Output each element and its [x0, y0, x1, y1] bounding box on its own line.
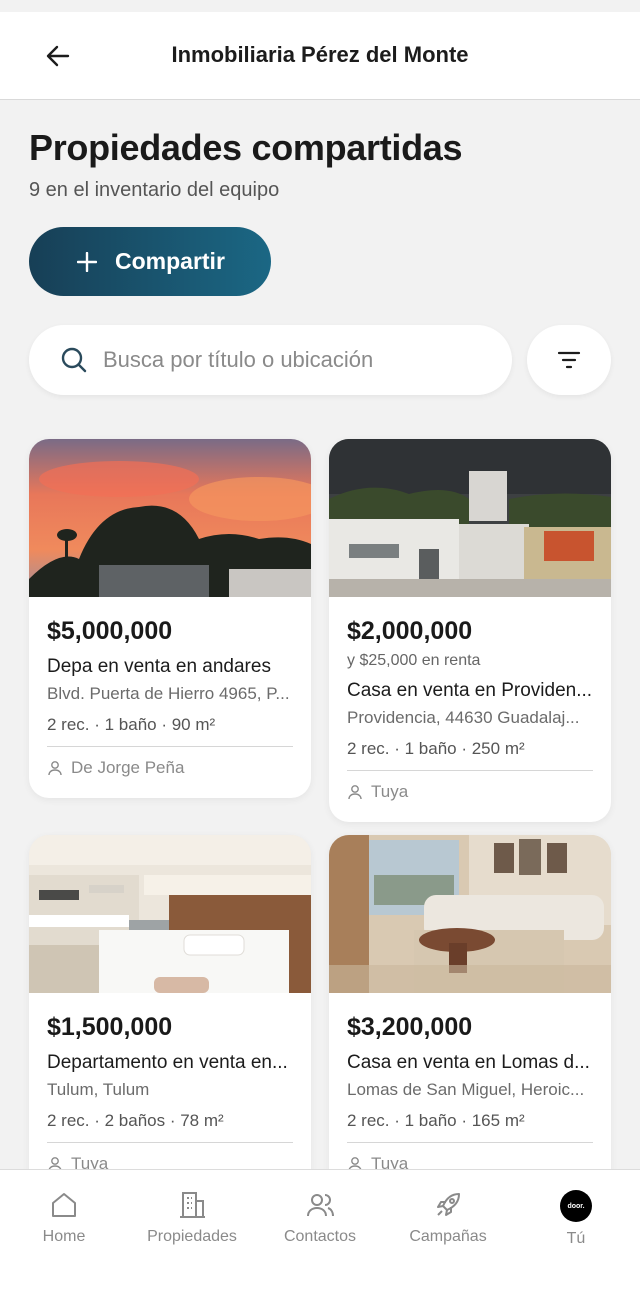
property-photo	[29, 439, 311, 597]
listing-owner: Tuya	[347, 782, 593, 822]
top-app-bar: Inmobiliaria Pérez del Monte	[0, 12, 640, 100]
listing-price: $2,000,000	[347, 617, 473, 645]
listing-title: Casa en venta en Lomas d...	[347, 1052, 590, 1073]
listing-title: Casa en venta en Providen...	[347, 680, 593, 701]
property-photo	[29, 835, 311, 993]
owner-name: Tuya	[371, 782, 409, 801]
nav-item-propiedades[interactable]: Propiedades	[128, 1190, 256, 1246]
listing-address: Lomas de San Miguel, Heroic...	[347, 1080, 585, 1099]
nav-item-contactos[interactable]: Contactos	[256, 1190, 384, 1246]
card-divider	[347, 1142, 593, 1143]
listing-price: $5,000,000	[47, 617, 173, 645]
header-title: Inmobiliaria Pérez del Monte	[171, 42, 469, 67]
filter-icon	[557, 351, 581, 369]
rocket-icon	[437, 1193, 460, 1216]
listing-specs: 2 rec. · 1 baño · 250 m²	[347, 739, 525, 758]
contacts-icon	[307, 1194, 334, 1217]
listing-title: Depa en venta en andares	[47, 656, 271, 677]
user-icon	[348, 785, 362, 800]
search-bar	[29, 325, 512, 395]
listing-rent: y $25,000 en renta	[347, 652, 481, 669]
avatar: door.	[560, 1190, 592, 1222]
property-card[interactable]: $2,000,000 y $25,000 en renta Casa en ve…	[329, 439, 611, 822]
user-icon	[48, 761, 62, 776]
nav-item-home[interactable]: Home	[0, 1190, 128, 1246]
property-card[interactable]: $3,200,000 Casa en venta en Lomas d... L…	[329, 835, 611, 1194]
property-photo	[329, 835, 611, 993]
plus-icon	[75, 250, 99, 274]
card-divider	[347, 770, 593, 771]
card-divider	[47, 1142, 293, 1143]
nav-label: Propiedades	[147, 1228, 237, 1245]
listing-specs: 2 rec. · 1 baño · 90 m²	[47, 715, 216, 734]
search-icon	[61, 347, 87, 373]
listing-address: Providencia, 44630 Guadalaj...	[347, 708, 580, 727]
search-input[interactable]	[103, 347, 483, 373]
nav-label: Tú	[566, 1230, 586, 1247]
listing-owner: De Jorge Peña	[47, 758, 293, 798]
bottom-nav: Home Propiedades Contactos Campañas door…	[0, 1169, 640, 1313]
nav-item-campanas[interactable]: Campañas	[384, 1190, 512, 1246]
page-title: Propiedades compartidas	[29, 127, 463, 168]
home-icon	[52, 1193, 76, 1217]
listing-price: $1,500,000	[47, 1013, 173, 1041]
share-button[interactable]: Compartir	[29, 227, 271, 296]
status-bar	[0, 0, 640, 12]
page-subtitle: 9 en el inventario del equipo	[29, 179, 280, 201]
nav-item-tu[interactable]: door. Tú	[512, 1190, 640, 1248]
nav-label: Campañas	[409, 1228, 487, 1245]
listing-title: Departamento en venta en...	[47, 1052, 288, 1073]
listing-address: Tulum, Tulum	[47, 1080, 150, 1099]
nav-label: Home	[42, 1228, 86, 1245]
listing-specs: 2 rec. · 2 baños · 78 m²	[47, 1111, 224, 1130]
owner-name: De Jorge Peña	[71, 758, 185, 777]
listing-address: Blvd. Puerta de Hierro 4965, P...	[47, 684, 290, 703]
property-photo	[329, 439, 611, 597]
property-card[interactable]: $1,500,000 Departamento en venta en... T…	[29, 835, 311, 1194]
listing-specs: 2 rec. · 1 baño · 165 m²	[347, 1111, 525, 1130]
nav-label: Contactos	[283, 1228, 357, 1245]
listing-price: $3,200,000	[347, 1013, 473, 1041]
filter-button[interactable]	[527, 325, 611, 395]
building-icon	[180, 1192, 205, 1218]
share-button-label: Compartir	[115, 248, 225, 274]
card-divider	[47, 746, 293, 747]
property-card[interactable]: $5,000,000 Depa en venta en andares Blvd…	[29, 439, 311, 798]
